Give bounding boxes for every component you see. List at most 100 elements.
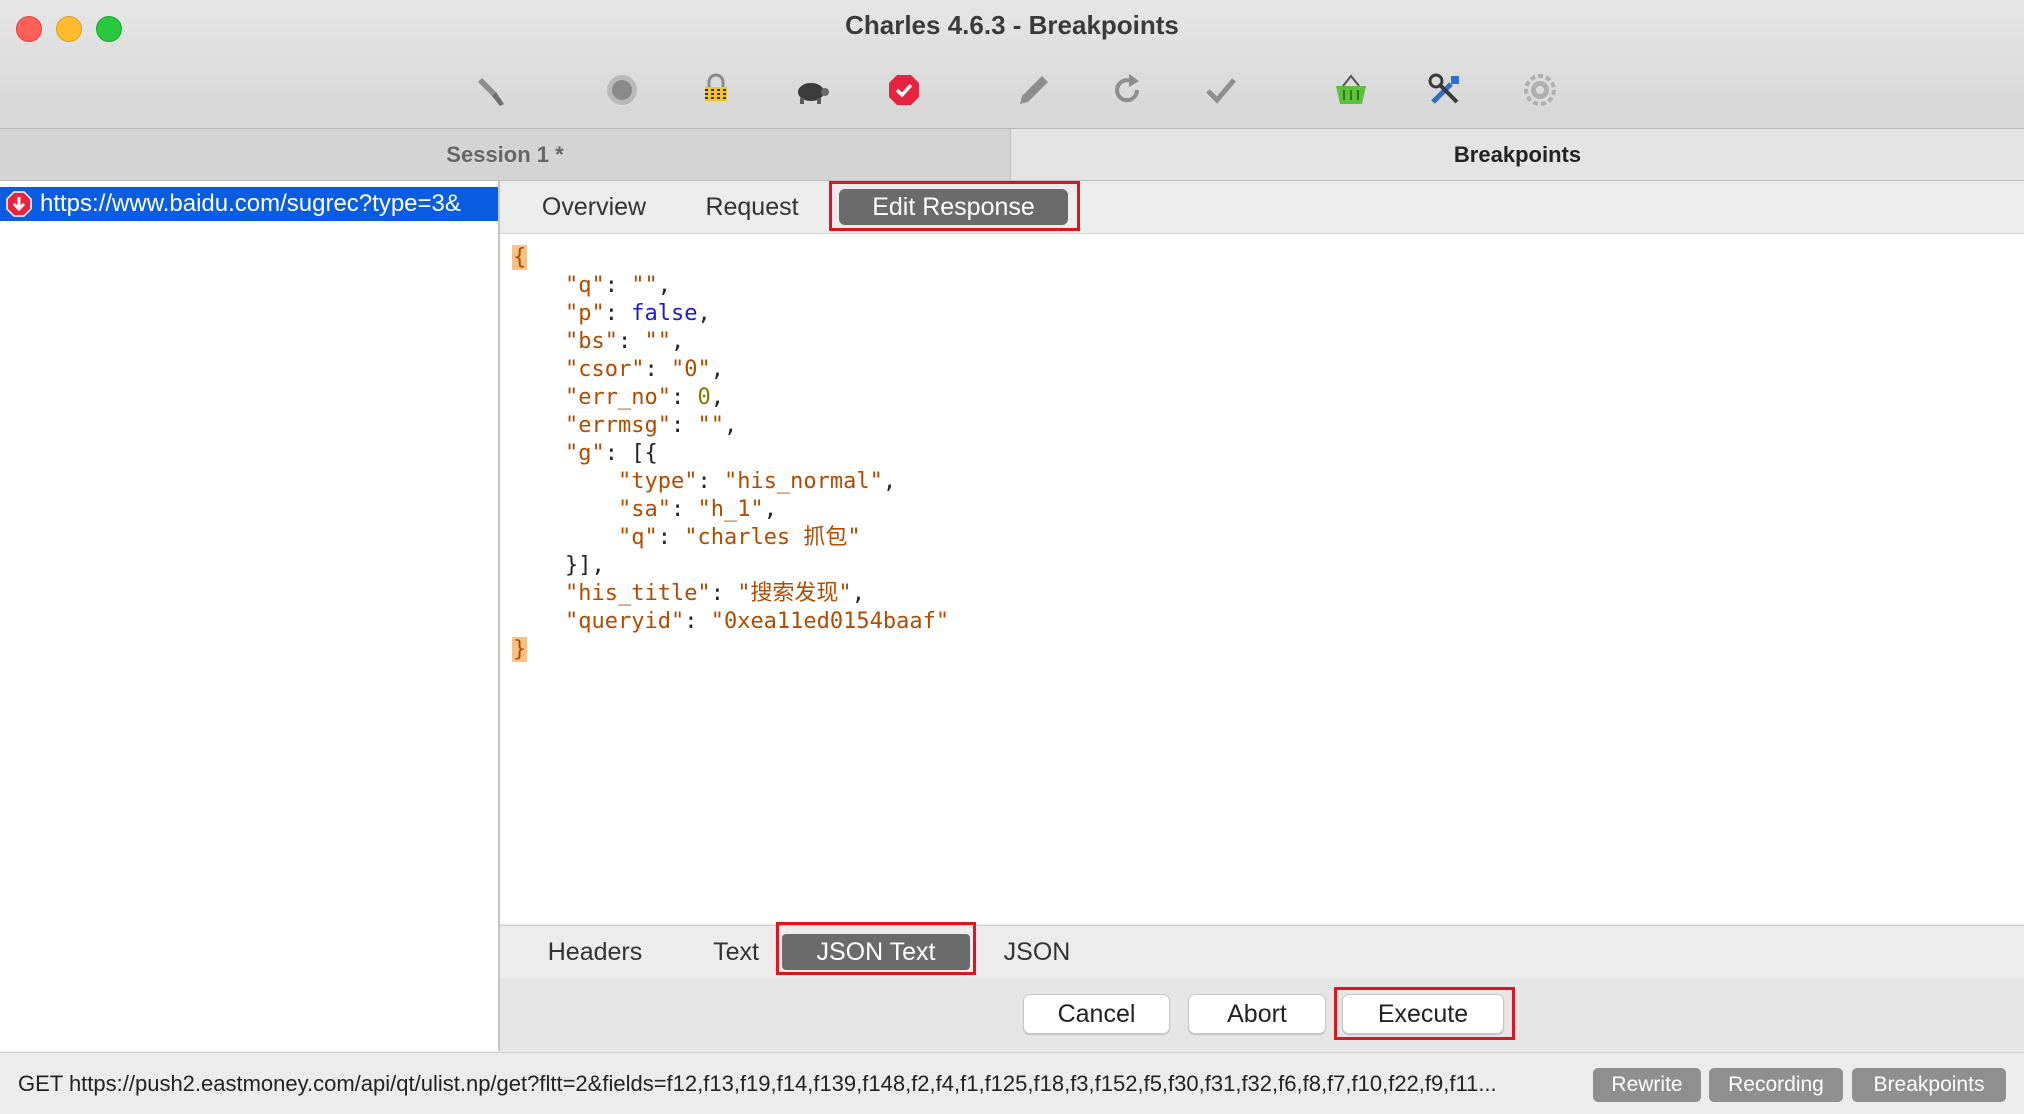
tab-overview[interactable]: Overview [524,189,664,225]
json-value: "搜索发现" [737,581,852,606]
json-punctuation: , [882,469,897,494]
json-separator: : [697,469,724,494]
throttle-turtle-icon[interactable] [789,68,833,112]
json-key: "p" [564,301,605,326]
json-value: "" [644,329,671,354]
json-separator: : [684,609,711,634]
json-value: "" [697,413,724,438]
json-line: "sa": "h_1", [512,496,2024,524]
format-tabs: Headers Text JSON Text JSON [500,925,2024,978]
json-line: "q": "", [512,272,2024,300]
ssl-lock-icon[interactable] [694,68,738,112]
json-separator: : [670,413,698,438]
breakpoints-button[interactable]: Breakpoints [1852,1068,2006,1102]
window-title: Charles 4.6.3 - Breakpoints [845,10,1179,40]
json-punctuation: , [670,329,685,354]
json-line: "bs": "", [512,328,2024,356]
compose-pen-icon[interactable] [1012,68,1056,112]
json-key: "csor" [564,357,645,382]
charles-window: Charles 4.6.3 - Breakpoints Session 1 * … [0,0,2024,1114]
json-punctuation: , [697,301,711,326]
title-toolbar: Charles 4.6.3 - Breakpoints [0,0,2024,129]
tools-icon[interactable] [1423,68,1467,112]
json-line: "p": false, [512,300,2024,328]
json-separator: : [710,581,738,606]
json-line: { [512,244,2024,272]
json-line: "queryid": "0xea11ed0154baaf" [512,608,2024,636]
tab-breakpoints[interactable]: Breakpoints [1011,129,2024,180]
breakpoint-actions: Cancel Abort Execute [500,978,2024,1051]
json-separator: : [604,273,632,298]
basket-icon[interactable] [1329,68,1373,112]
json-punctuation: , [851,581,865,606]
rewrite-button[interactable]: Rewrite [1593,1068,1701,1102]
json-separator: : [604,301,632,326]
highlight-box [776,922,976,975]
json-key: "type" [617,469,698,494]
status-bar: GET https://push2.eastmoney.com/api/qt/u… [0,1052,2024,1114]
status-text: GET https://push2.eastmoney.com/api/qt/u… [18,1071,1497,1096]
json-value: false [631,301,698,326]
detail-tabs: Overview Request Edit Response [500,181,2024,234]
json-line: "type": "his_normal", [512,468,2024,496]
response-body-editor[interactable]: { "q": "", "p": false, "bs": "", "csor":… [500,234,2024,924]
breakpoint-list: https://www.baidu.com/sugrec?type=3& [0,181,500,1051]
json-line: "g": [{ [512,440,2024,468]
json-value: "h_1" [697,497,764,522]
json-value: "charles 抓包" [684,525,861,550]
tab-headers[interactable]: Headers [520,934,670,970]
recording-button[interactable]: Recording [1709,1068,1843,1102]
highlight-box [1334,987,1515,1040]
json-key: "err_no" [564,385,671,410]
session-tabs-bar: Session 1 * Breakpoints [0,129,2024,181]
json-value: [{ [631,441,658,466]
json-key: "q" [564,273,605,298]
json-line: "csor": "0", [512,356,2024,384]
json-brace: { [512,245,528,270]
list-item[interactable]: https://www.baidu.com/sugrec?type=3& [0,187,498,221]
json-line: "his_title": "搜索发现", [512,580,2024,608]
json-separator: : [670,497,698,522]
json-separator: : [644,357,671,382]
json-key: "bs" [564,329,618,354]
json-key: "his_title" [564,581,711,606]
json-punctuation: , [710,357,724,382]
json-separator: : [617,329,645,354]
json-key: "errmsg" [564,413,671,438]
repeat-icon[interactable] [1105,68,1149,112]
json-punctuation: , [723,413,738,438]
breakpoint-stop-icon [6,191,32,217]
json-separator: : [657,525,685,550]
json-punctuation: , [763,497,777,522]
highlight-box [829,181,1080,231]
abort-button[interactable]: Abort [1188,994,1326,1034]
json-brace: } [512,637,528,662]
broom-icon[interactable] [470,68,514,112]
tab-request[interactable]: Request [682,189,822,225]
breakpoints-stop-icon[interactable] [882,68,926,112]
json-value: 0 [697,385,711,410]
json-key: "q" [617,525,658,550]
json-key: "g" [564,441,605,466]
json-value: "0" [670,357,711,382]
tab-json[interactable]: JSON [985,934,1089,970]
list-item-url: https://www.baidu.com/sugrec?type=3& [40,190,461,217]
json-value: "0xea11ed0154baaf" [710,609,950,634]
json-line: "errmsg": "", [512,412,2024,440]
json-punctuation: , [710,385,724,410]
tab-text[interactable]: Text [686,934,786,970]
json-separator: : [670,385,698,410]
json-line: } [512,636,2024,664]
json-line: "err_no": 0, [512,384,2024,412]
json-separator: : [604,441,632,466]
cancel-button[interactable]: Cancel [1023,994,1170,1034]
validate-check-icon[interactable] [1199,68,1243,112]
json-value: }], [564,553,605,578]
json-line: }], [512,552,2024,580]
settings-gear-icon[interactable] [1518,68,1562,112]
json-line: "q": "charles 抓包" [512,524,2024,552]
json-value: "" [631,273,658,298]
json-value: "his_normal" [723,469,883,494]
record-icon[interactable] [600,68,644,112]
tab-session-1[interactable]: Session 1 * [0,129,1011,180]
